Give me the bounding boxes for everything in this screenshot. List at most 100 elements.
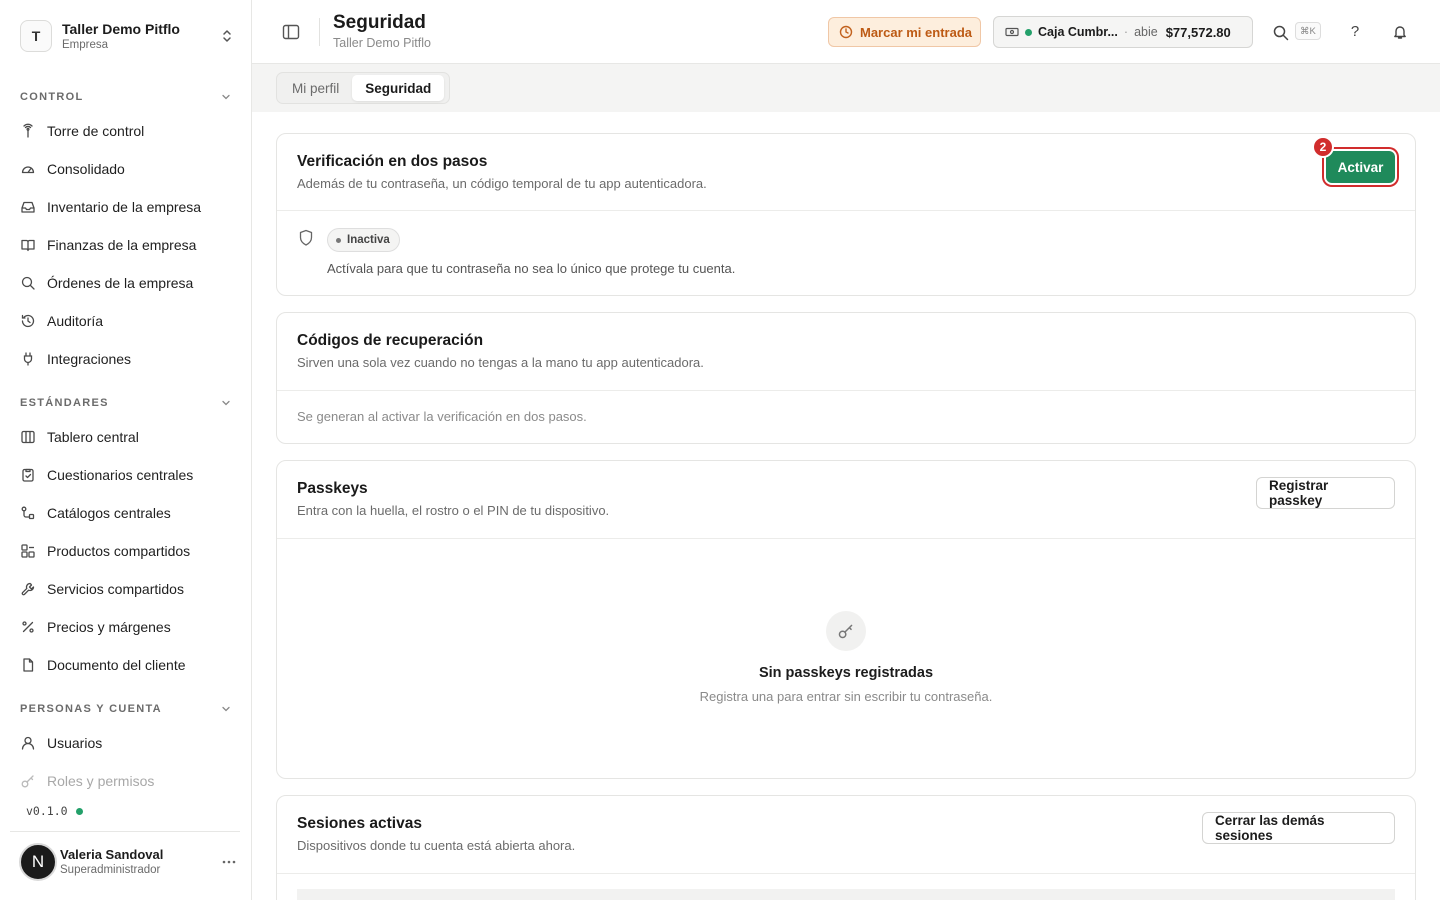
- user-menu[interactable]: N Valeria Sandoval Superadministrador: [19, 842, 239, 882]
- activate-button[interactable]: Activar: [1326, 151, 1395, 183]
- key-icon: [838, 624, 853, 639]
- top-bar: Seguridad Taller Demo Pitflo Marcar mi e…: [252, 0, 1440, 64]
- sidebar-item-label: Usuarios: [47, 735, 103, 751]
- clipboard-icon: [22, 468, 34, 482]
- section-label: ESTÁNDARES: [20, 397, 109, 409]
- chevron-down-icon: [222, 706, 230, 712]
- inbox-icon: [21, 201, 35, 213]
- sidebar-item-label: Catálogos centrales: [47, 505, 171, 521]
- workspace-type: Empresa: [62, 38, 109, 51]
- section-estandares[interactable]: ESTÁNDARES: [20, 395, 232, 411]
- sidebar-item-label: Precios y márgenes: [47, 619, 171, 635]
- divider: [319, 18, 320, 46]
- empty-state-title: Sin passkeys registradas: [758, 665, 934, 681]
- sidebar-toggle-icon[interactable]: [282, 24, 300, 40]
- card-header: Códigos de recuperación Sirven una sola …: [277, 313, 1415, 391]
- clock-in-button[interactable]: Marcar mi entrada: [828, 17, 981, 47]
- percent-icon: [22, 621, 34, 633]
- card-note: Se generan al activar la verificación en…: [297, 409, 587, 424]
- version-label: v0.1.0: [26, 804, 68, 818]
- search-icon[interactable]: [1272, 24, 1289, 41]
- sidebar-item-label: Consolidado: [47, 161, 125, 177]
- sidebar-item-usuarios[interactable]: Usuarios: [20, 728, 232, 758]
- card-title: Verificación en dos pasos: [297, 153, 488, 170]
- profile-tabs: Mi perfil Seguridad: [276, 72, 450, 104]
- section-label: CONTROL: [20, 91, 84, 103]
- sidebar-item-ordenes[interactable]: Órdenes de la empresa: [20, 268, 232, 298]
- sidebar-item-auditoria[interactable]: Auditoría: [20, 306, 232, 336]
- register-name: Caja Cumbr...: [1038, 25, 1118, 39]
- sidebar-item-label: Tablero central: [47, 429, 139, 445]
- bell-icon[interactable]: [1392, 24, 1408, 40]
- gauge-icon: [21, 166, 35, 174]
- workspace-name: Taller Demo Pitflo: [62, 20, 180, 37]
- cash-register-selector[interactable]: Caja Cumbr... · abie $77,572.80: [993, 16, 1253, 48]
- more-horizontal-icon[interactable]: [219, 854, 239, 870]
- user-role: Superadministrador: [60, 863, 161, 876]
- card-title: Códigos de recuperación: [297, 332, 484, 349]
- card-title: Passkeys: [297, 480, 368, 497]
- sidebar-item-productos[interactable]: Productos compartidos: [20, 536, 232, 566]
- products-icon: [21, 544, 35, 558]
- sidebar-item-finanzas[interactable]: Finanzas de la empresa: [20, 230, 232, 260]
- user-icon: [21, 736, 35, 750]
- sidebar: T Taller Demo Pitflo Empresa CONTROL Tor…: [0, 0, 252, 900]
- help-icon[interactable]: ?: [1347, 22, 1363, 42]
- tower-icon: [23, 123, 33, 138]
- register-passkey-button[interactable]: Registrar passkey: [1256, 477, 1395, 509]
- shortcut-hint: ⌘K: [1295, 22, 1321, 40]
- chevron-down-icon: [222, 400, 230, 406]
- sidebar-item-label: Inventario de la empresa: [47, 199, 202, 215]
- cash-icon: [1005, 27, 1019, 37]
- workspace-switcher[interactable]: T Taller Demo Pitflo Empresa: [20, 18, 235, 54]
- catalog-icon: [21, 506, 35, 520]
- section-control[interactable]: CONTROL: [20, 89, 232, 105]
- session-row: [297, 889, 1395, 900]
- book-icon: [21, 239, 35, 252]
- key-icon: [21, 775, 34, 788]
- sidebar-item-cuestionarios[interactable]: Cuestionarios centrales: [20, 460, 232, 490]
- clock-in-label: Marcar mi entrada: [860, 24, 972, 40]
- avatar: N: [19, 843, 57, 881]
- user-name: Valeria Sandoval: [60, 846, 164, 862]
- sidebar-item-tablero[interactable]: Tablero central: [20, 422, 232, 452]
- sidebar-item-roles[interactable]: Roles y permisos: [20, 766, 232, 796]
- sidebar-item-label: Documento del cliente: [47, 657, 186, 673]
- card-description: Además de tu contraseña, un código tempo…: [297, 176, 707, 191]
- sidebar-item-label: Roles y permisos: [47, 773, 155, 789]
- register-status: abie: [1134, 25, 1158, 39]
- sidebar-item-documento[interactable]: Documento del cliente: [20, 650, 232, 680]
- board-icon: [21, 430, 35, 444]
- sidebar-item-integraciones[interactable]: Integraciones: [20, 344, 232, 374]
- sidebar-item-consolidado[interactable]: Consolidado: [20, 154, 232, 184]
- card-header: Verificación en dos pasos Además de tu c…: [277, 134, 1415, 211]
- sidebar-item-servicios[interactable]: Servicios compartidos: [20, 574, 232, 604]
- empty-state-badge: [826, 611, 866, 651]
- register-separator: ·: [1123, 25, 1129, 39]
- search-icon: [21, 276, 35, 290]
- recovery-codes-card: Códigos de recuperación Sirven una sola …: [276, 312, 1416, 444]
- chevron-down-icon: [222, 94, 230, 100]
- divider: [10, 831, 240, 832]
- sidebar-item-inventario[interactable]: Inventario de la empresa: [20, 192, 232, 222]
- wrench-icon: [21, 582, 35, 596]
- active-sessions-card: Sesiones activas Dispositivos donde tu c…: [276, 795, 1416, 900]
- sidebar-item-torre-de-control[interactable]: Torre de control: [20, 116, 232, 146]
- sidebar-item-catalogos[interactable]: Catálogos centrales: [20, 498, 232, 528]
- clock-icon: [839, 25, 853, 39]
- plug-icon: [23, 352, 33, 366]
- status-badge: Inactiva: [327, 228, 400, 252]
- two-factor-card: Verificación en dos pasos Además de tu c…: [276, 133, 1416, 296]
- step-marker: 2: [1312, 136, 1334, 158]
- card-header: Sesiones activas Dispositivos donde tu c…: [277, 796, 1415, 874]
- section-personas[interactable]: PERSONAS Y CUENTA: [20, 701, 232, 717]
- close-other-sessions-button[interactable]: Cerrar las demás sesiones: [1202, 812, 1395, 844]
- passkeys-card: Passkeys Entra con la huella, el rostro …: [276, 460, 1416, 779]
- sidebar-item-label: Finanzas de la empresa: [47, 237, 197, 253]
- sidebar-item-precios[interactable]: Precios y márgenes: [20, 612, 232, 642]
- sidebar-item-label: Integraciones: [47, 351, 132, 367]
- card-title: Sesiones activas: [297, 815, 422, 832]
- tab-seguridad[interactable]: Seguridad: [352, 75, 445, 101]
- sidebar-item-label: Cuestionarios centrales: [47, 467, 194, 483]
- tab-mi-perfil[interactable]: Mi perfil: [279, 75, 352, 101]
